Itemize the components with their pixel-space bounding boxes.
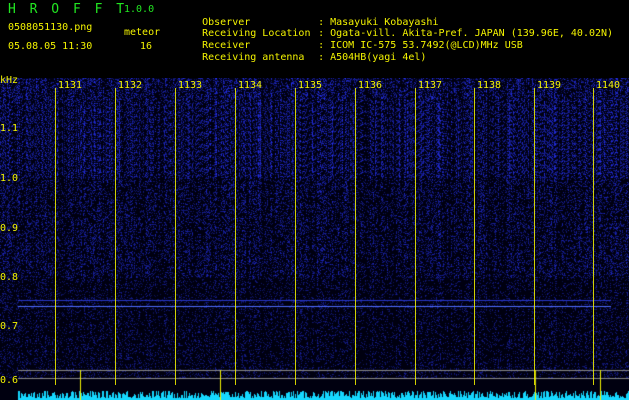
y-unit-label: kHz xyxy=(0,75,19,86)
minute-marker-line xyxy=(534,88,535,385)
x-tick-label: 1133 xyxy=(178,80,203,91)
app-name: H R O F F T xyxy=(8,2,128,17)
minute-marker-line xyxy=(593,88,594,385)
x-tick-label: 1135 xyxy=(298,80,323,91)
x-tick-label: 1138 xyxy=(477,80,502,91)
x-tick-label: 1140 xyxy=(596,80,621,91)
antenna-row: Receiving antenna: A504HB(yagi 4el) xyxy=(202,52,427,63)
app-title: H R O F F T xyxy=(8,3,127,16)
minute-marker-line xyxy=(415,88,416,385)
minute-marker-line xyxy=(295,88,296,385)
minute-marker-line xyxy=(235,88,236,385)
minute-marker-line xyxy=(355,88,356,385)
x-tick-label: 1139 xyxy=(537,80,562,91)
y-tick-label: 1.1 xyxy=(0,123,19,134)
y-tick-label: 0.6 xyxy=(0,375,19,386)
app-version: 1.0.0 xyxy=(124,4,155,15)
file-datetime: 05.08.05 11:30 xyxy=(8,41,93,52)
minute-marker-line xyxy=(474,88,475,385)
x-tick-label: 1136 xyxy=(358,80,383,91)
antenna-value: A504HB(yagi 4el) xyxy=(330,52,427,63)
file-name: 0508051130.png xyxy=(8,22,93,33)
x-tick-label: 1137 xyxy=(418,80,443,91)
meteor-label: meteor xyxy=(124,27,161,38)
antenna-label: Receiving antenna xyxy=(202,52,305,63)
minute-marker-line xyxy=(55,88,56,385)
minute-marker-line xyxy=(175,88,176,385)
y-tick-label: 0.9 xyxy=(0,223,19,234)
y-tick-label: 0.7 xyxy=(0,321,19,332)
minute-marker-line xyxy=(115,88,116,385)
x-tick-label: 1134 xyxy=(238,80,263,91)
meteor-count: 16 xyxy=(140,41,153,52)
x-tick-label: 1132 xyxy=(118,80,143,91)
y-tick-label: 0.8 xyxy=(0,272,19,283)
y-tick-label: 1.0 xyxy=(0,173,19,184)
x-tick-label: 1131 xyxy=(58,80,83,91)
